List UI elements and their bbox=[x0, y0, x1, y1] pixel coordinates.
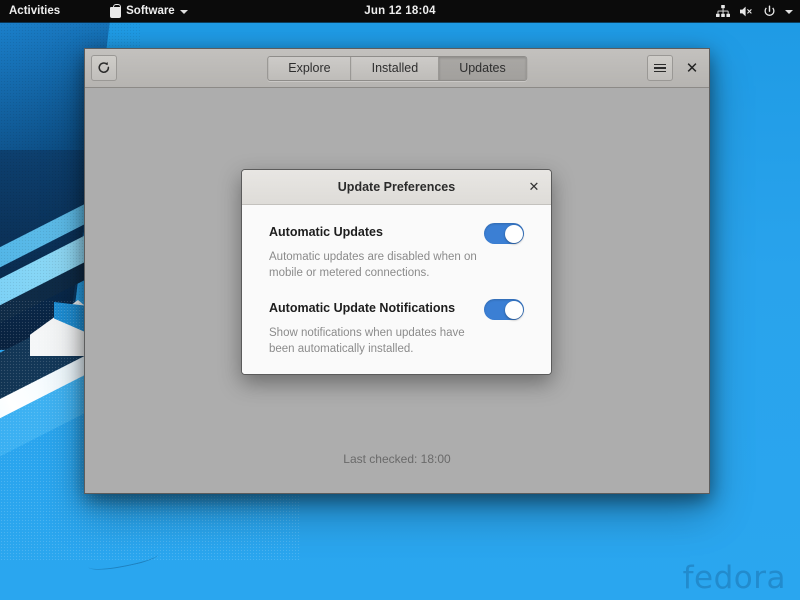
dialog-close-button[interactable]: ✕ bbox=[525, 178, 543, 196]
automatic-update-notifications-toggle[interactable] bbox=[484, 299, 524, 320]
tab-installed[interactable]: Installed bbox=[352, 57, 440, 80]
dialog-body: Automatic Updates Automatic updates are … bbox=[242, 205, 551, 374]
update-preferences-dialog: Update Preferences ✕ Automatic Updates A… bbox=[241, 169, 552, 375]
setting-title: Automatic Update Notifications bbox=[269, 299, 455, 315]
hamburger-menu-button[interactable] bbox=[647, 55, 673, 81]
toggle-knob bbox=[505, 225, 523, 243]
last-checked-status: Last checked: 18:00 bbox=[85, 452, 709, 466]
setting-title: Automatic Updates bbox=[269, 223, 383, 239]
automatic-updates-toggle[interactable] bbox=[484, 223, 524, 244]
refresh-icon bbox=[97, 61, 111, 75]
software-bag-icon bbox=[110, 7, 121, 18]
dialog-title: Update Preferences bbox=[338, 180, 455, 194]
network-wired-icon bbox=[716, 5, 730, 18]
dialog-header: Update Preferences ✕ bbox=[242, 170, 551, 205]
power-icon bbox=[763, 5, 776, 18]
setting-row: Automatic Updates bbox=[269, 223, 524, 244]
view-switcher-tabs[interactable]: Explore Installed Updates bbox=[267, 56, 527, 81]
gnome-top-bar: Activities Software Jun 12 18:04 bbox=[0, 0, 800, 22]
fedora-watermark: fedora bbox=[683, 560, 786, 596]
tray-chevron-down-icon bbox=[785, 10, 793, 14]
tab-updates[interactable]: Updates bbox=[439, 57, 526, 80]
setting-row: Automatic Update Notifications bbox=[269, 299, 524, 320]
activities-button[interactable]: Activities bbox=[0, 0, 70, 22]
refresh-button[interactable] bbox=[91, 55, 117, 81]
setting-description: Automatic updates are disabled when on m… bbox=[269, 250, 484, 281]
setting-automatic-update-notifications: Automatic Update Notifications Show noti… bbox=[269, 299, 524, 357]
app-menu-button[interactable]: Software bbox=[110, 5, 188, 18]
setting-description: Show notifications when updates have bee… bbox=[269, 326, 484, 357]
setting-automatic-updates: Automatic Updates Automatic updates are … bbox=[269, 223, 524, 281]
chevron-down-icon bbox=[180, 10, 188, 14]
hamburger-menu-icon bbox=[654, 62, 666, 75]
tab-explore[interactable]: Explore bbox=[268, 57, 351, 80]
app-menu-label: Software bbox=[126, 5, 175, 17]
window-close-button[interactable]: ✕ bbox=[681, 57, 703, 79]
desktop: fedora Activities Software Jun 12 18:04 bbox=[0, 0, 800, 600]
header-bar-actions: ✕ bbox=[647, 55, 703, 81]
toggle-knob bbox=[505, 301, 523, 319]
window-header-bar: Explore Installed Updates ✕ bbox=[85, 49, 709, 88]
system-tray[interactable] bbox=[716, 5, 793, 18]
volume-muted-icon bbox=[739, 5, 754, 18]
